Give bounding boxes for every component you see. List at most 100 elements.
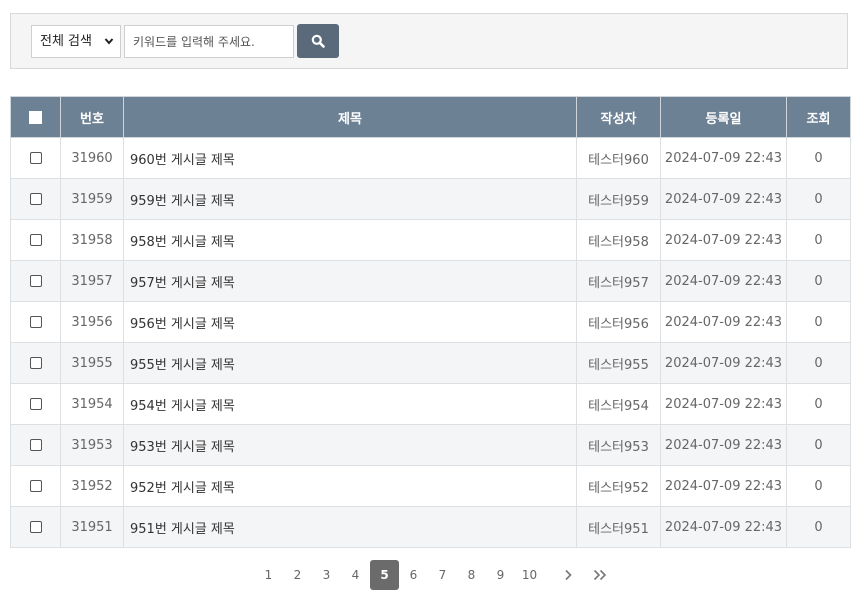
- table-row[interactable]: 31951 951번 게시글 제목 테스터951 2024-07-09 22:43 0: [10, 506, 851, 548]
- header-date[interactable]: 등록일: [660, 96, 787, 138]
- post-title[interactable]: 958번 게시글 제목: [123, 219, 577, 261]
- post-title[interactable]: 956번 게시글 제목: [123, 301, 577, 343]
- post-date: 2024-07-09 22:43: [660, 260, 787, 302]
- table-row[interactable]: 31956 956번 게시글 제목 테스터956 2024-07-09 22:43 0: [10, 301, 851, 343]
- post-date: 2024-07-09 22:43: [660, 465, 787, 507]
- row-checkbox[interactable]: [29, 439, 42, 451]
- row-select-cell[interactable]: [10, 219, 61, 261]
- post-views: 0: [786, 383, 851, 425]
- row-select-cell[interactable]: [10, 260, 61, 302]
- row-select-cell[interactable]: [10, 137, 61, 179]
- search-box: 전체 검색: [10, 13, 848, 69]
- post-views: 0: [786, 465, 851, 507]
- post-date: 2024-07-09 22:43: [660, 137, 787, 179]
- row-checkbox[interactable]: [29, 234, 42, 246]
- page-link[interactable]: 1: [254, 560, 283, 590]
- header-views[interactable]: 조회: [786, 96, 851, 138]
- post-views: 0: [786, 342, 851, 384]
- keyword-input[interactable]: [124, 25, 294, 58]
- post-title[interactable]: 960번 게시글 제목: [123, 137, 577, 179]
- row-select-cell[interactable]: [10, 342, 61, 384]
- post-author: 테스터958: [576, 219, 661, 261]
- post-author: 테스터954: [576, 383, 661, 425]
- row-checkbox[interactable]: [29, 521, 42, 533]
- post-views: 0: [786, 424, 851, 466]
- table-row[interactable]: 31958 958번 게시글 제목 테스터958 2024-07-09 22:43 0: [10, 219, 851, 261]
- row-select-cell[interactable]: [10, 424, 61, 466]
- pagination: 1 2 3 4 5 6 7 8 9 10: [254, 559, 616, 591]
- row-select-cell[interactable]: [10, 301, 61, 343]
- table-row[interactable]: 31954 954번 게시글 제목 테스터954 2024-07-09 22:43 0: [10, 383, 851, 425]
- page-link[interactable]: 3: [312, 560, 341, 590]
- chevron-right-icon[interactable]: [552, 560, 584, 590]
- post-views: 0: [786, 137, 851, 179]
- post-author: 테스터952: [576, 465, 661, 507]
- header-author[interactable]: 작성자: [576, 96, 661, 138]
- post-title[interactable]: 951번 게시글 제목: [123, 506, 577, 548]
- select-all-checkbox[interactable]: [29, 110, 42, 124]
- post-title[interactable]: 952번 게시글 제목: [123, 465, 577, 507]
- post-author: 테스터959: [576, 178, 661, 220]
- post-number: 31956: [60, 301, 124, 343]
- board-table: 번호 제목 작성자 등록일 조회 31960 960번 게시글 제목 테스터960 2…: [10, 96, 851, 548]
- post-author: 테스터960: [576, 137, 661, 179]
- row-checkbox[interactable]: [29, 398, 42, 410]
- row-checkbox[interactable]: [29, 316, 42, 328]
- table-row[interactable]: 31957 957번 게시글 제목 테스터957 2024-07-09 22:43 0: [10, 260, 851, 302]
- post-author: 테스터956: [576, 301, 661, 343]
- post-date: 2024-07-09 22:43: [660, 424, 787, 466]
- row-checkbox[interactable]: [29, 480, 42, 492]
- post-title[interactable]: 954번 게시글 제목: [123, 383, 577, 425]
- post-views: 0: [786, 260, 851, 302]
- post-number: 31958: [60, 219, 124, 261]
- double-chevron-right-icon[interactable]: [584, 560, 616, 590]
- search-button[interactable]: [297, 24, 339, 58]
- post-title[interactable]: 959번 게시글 제목: [123, 178, 577, 220]
- post-author: 테스터951: [576, 506, 661, 548]
- row-select-cell[interactable]: [10, 383, 61, 425]
- post-date: 2024-07-09 22:43: [660, 383, 787, 425]
- page-link[interactable]: 9: [486, 560, 515, 590]
- row-select-cell[interactable]: [10, 178, 61, 220]
- post-number: 31954: [60, 383, 124, 425]
- page-link[interactable]: 6: [399, 560, 428, 590]
- post-views: 0: [786, 219, 851, 261]
- row-select-cell[interactable]: [10, 465, 61, 507]
- search-icon: [297, 34, 339, 48]
- post-views: 0: [786, 506, 851, 548]
- post-views: 0: [786, 301, 851, 343]
- table-row[interactable]: 31955 955번 게시글 제목 테스터955 2024-07-09 22:43 0: [10, 342, 851, 384]
- post-title[interactable]: 955번 게시글 제목: [123, 342, 577, 384]
- page-link[interactable]: 7: [428, 560, 457, 590]
- post-number: 31955: [60, 342, 124, 384]
- post-number: 31952: [60, 465, 124, 507]
- header-title[interactable]: 제목: [123, 96, 577, 138]
- header-no[interactable]: 번호: [60, 96, 124, 138]
- table-row[interactable]: 31959 959번 게시글 제목 테스터959 2024-07-09 22:43 0: [10, 178, 851, 220]
- post-author: 테스터957: [576, 260, 661, 302]
- post-author: 테스터955: [576, 342, 661, 384]
- page-link-current[interactable]: 5: [370, 560, 399, 590]
- table-row[interactable]: 31953 953번 게시글 제목 테스터953 2024-07-09 22:43 0: [10, 424, 851, 466]
- post-author: 테스터953: [576, 424, 661, 466]
- post-title[interactable]: 953번 게시글 제목: [123, 424, 577, 466]
- page-link[interactable]: 4: [341, 560, 370, 590]
- row-checkbox[interactable]: [29, 357, 42, 369]
- post-date: 2024-07-09 22:43: [660, 342, 787, 384]
- post-date: 2024-07-09 22:43: [660, 178, 787, 220]
- page-link[interactable]: 2: [283, 560, 312, 590]
- search-scope-select[interactable]: 전체 검색: [31, 25, 121, 58]
- post-views: 0: [786, 178, 851, 220]
- table-row[interactable]: 31960 960번 게시글 제목 테스터960 2024-07-09 22:43 0: [10, 137, 851, 179]
- row-checkbox[interactable]: [29, 152, 42, 164]
- page-link[interactable]: 8: [457, 560, 486, 590]
- row-checkbox[interactable]: [29, 193, 42, 205]
- select-all-cell[interactable]: [10, 96, 61, 138]
- post-title[interactable]: 957번 게시글 제목: [123, 260, 577, 302]
- post-number: 31959: [60, 178, 124, 220]
- row-select-cell[interactable]: [10, 506, 61, 548]
- post-date: 2024-07-09 22:43: [660, 219, 787, 261]
- page-link[interactable]: 10: [515, 560, 544, 590]
- table-row[interactable]: 31952 952번 게시글 제목 테스터952 2024-07-09 22:43 0: [10, 465, 851, 507]
- row-checkbox[interactable]: [29, 275, 42, 287]
